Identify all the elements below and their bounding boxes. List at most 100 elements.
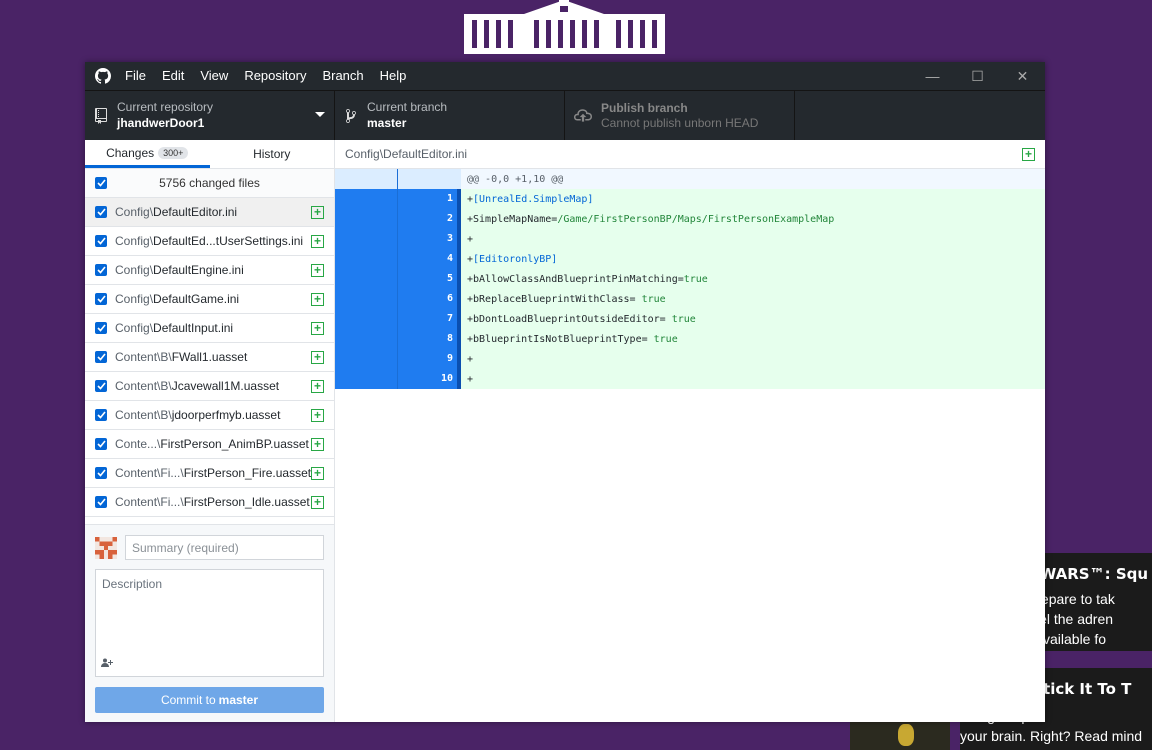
new-line-number: 9 xyxy=(398,349,461,369)
diff-line-text: +SimpleMapName=/Game/FirstPersonBP/Maps/… xyxy=(467,213,835,225)
file-list-item[interactable]: Config\DefaultEditor.ini + xyxy=(85,198,334,227)
diff-line[interactable]: 7 +bDontLoadBlueprintOutsideEditor= true xyxy=(335,309,1045,329)
file-list: Config\DefaultEditor.ini + Config\DefaultE… xyxy=(85,198,334,517)
toolbar: Current repository jhandwerDoor1 Current… xyxy=(85,90,1045,140)
commit-button-branch: master xyxy=(218,693,259,707)
diff-line-text: + xyxy=(467,233,474,245)
diff-line[interactable]: 5 +bAllowClassAndBlueprintPinMatching=tru… xyxy=(335,269,1045,289)
cloud-upload-icon xyxy=(574,108,592,124)
file-checkbox[interactable] xyxy=(95,351,107,363)
diff-line-text: +[UnrealEd.SimpleMap] xyxy=(467,193,594,205)
file-name: DefaultEditor.ini xyxy=(153,205,238,219)
file-dir: Config\ xyxy=(115,292,154,306)
news-line: y. Feel the adren xyxy=(1045,611,1114,627)
file-list-item[interactable]: Content\Fi...\FirstPerson_Fire.uasset + xyxy=(85,459,334,488)
news-card[interactable]: R WARS™: Squ nd prepare to tak y. Feel t… xyxy=(1045,553,1152,651)
file-path: Config\DefaultEd...tUserSettings.ini xyxy=(115,234,311,248)
file-checkbox[interactable] xyxy=(95,380,107,392)
file-checkbox[interactable] xyxy=(95,438,107,450)
file-added-icon: + xyxy=(311,350,324,364)
file-added-icon: + xyxy=(311,292,324,306)
diff-line[interactable]: 2 +SimpleMapName=/Game/FirstPersonBP/Maps… xyxy=(335,209,1045,229)
file-name: DefaultInput.ini xyxy=(153,321,234,335)
file-name: DefaultEngine.ini xyxy=(153,263,244,277)
file-list-item[interactable]: Config\DefaultGame.ini + xyxy=(85,285,334,314)
old-line-gutter xyxy=(335,369,398,389)
menu-branch[interactable]: Branch xyxy=(314,62,371,90)
file-checkbox[interactable] xyxy=(95,322,107,334)
tab-history[interactable]: History xyxy=(210,140,335,168)
menu-help[interactable]: Help xyxy=(372,62,415,90)
diff-line-text: +bBlueprintIsNotBlueprintType= true xyxy=(467,333,678,345)
file-list-item[interactable]: Content\B\FWall1.uasset + xyxy=(85,343,334,372)
file-checkbox[interactable] xyxy=(95,235,107,247)
file-list-item[interactable]: Config\DefaultInput.ini + xyxy=(85,314,334,343)
changes-count-badge: 300+ xyxy=(158,146,189,159)
news-line: your brain. Right? Read mind xyxy=(960,728,1143,744)
old-line-gutter xyxy=(335,289,398,309)
file-checkbox[interactable] xyxy=(95,496,107,508)
file-checkbox[interactable] xyxy=(95,206,107,218)
file-path: Config\DefaultEngine.ini xyxy=(115,263,311,277)
file-dir: Content\B\ xyxy=(115,350,172,364)
new-line-number: 1 xyxy=(398,189,461,209)
publish-branch-status: Cannot publish unborn HEAD xyxy=(601,116,759,130)
current-branch-button[interactable]: Current branch master xyxy=(335,91,565,140)
file-checkbox[interactable] xyxy=(95,293,107,305)
add-coauthor-icon[interactable] xyxy=(101,658,113,669)
current-repository-button[interactable]: Current repository jhandwerDoor1 xyxy=(85,91,335,140)
file-checkbox[interactable] xyxy=(95,409,107,421)
diff-line[interactable]: 9 + xyxy=(335,349,1045,369)
file-list-item[interactable]: Content\B\jdoorperfmyb.uasset + xyxy=(85,401,334,430)
commit-button[interactable]: Commit to master xyxy=(95,687,324,713)
summary-input[interactable] xyxy=(125,535,324,560)
diff-line-text: + xyxy=(467,373,474,385)
menu-file[interactable]: File xyxy=(117,62,154,90)
news-line: itle. Available fo xyxy=(1045,631,1107,647)
diff-hunk-header[interactable]: @@ -0,0 +1,10 @@ xyxy=(335,169,1045,189)
new-line-number: 4 xyxy=(398,249,461,269)
new-line-number: 8 xyxy=(398,329,461,349)
chevron-down-icon xyxy=(315,112,325,117)
file-list-item[interactable]: Config\DefaultEd...tUserSettings.ini + xyxy=(85,227,334,256)
file-list-item[interactable]: Content\Fi...\FirstPerson_Idle.uasset + xyxy=(85,488,334,517)
file-added-icon: + xyxy=(311,321,324,335)
file-path: Config\DefaultEditor.ini xyxy=(115,205,311,219)
menu-edit[interactable]: Edit xyxy=(154,62,192,90)
menu-view[interactable]: View xyxy=(192,62,236,90)
new-line-number: 3 xyxy=(398,229,461,249)
description-field[interactable]: Description xyxy=(95,569,324,677)
minimize-button[interactable]: — xyxy=(910,62,955,90)
file-checkbox[interactable] xyxy=(95,467,107,479)
tab-changes[interactable]: Changes 300+ xyxy=(85,140,210,168)
file-path: Content\Fi...\FirstPerson_Fire.uasset xyxy=(115,466,311,480)
diff-line[interactable]: 4 +[EditoronlyBP] xyxy=(335,249,1045,269)
file-added-icon: + xyxy=(311,263,324,277)
diff-pane: Config\DefaultEditor.ini + @@ -0,0 +1,10… xyxy=(335,140,1045,722)
diff-line[interactable]: 8 +bBlueprintIsNotBlueprintType= true xyxy=(335,329,1045,349)
file-list-item[interactable]: Content\B\Jcavewall1M.uasset + xyxy=(85,372,334,401)
maximize-button[interactable]: ☐ xyxy=(955,62,1000,90)
file-name: FirstPerson_Fire.uasset xyxy=(183,466,311,480)
menu-repository[interactable]: Repository xyxy=(236,62,314,90)
file-path: Content\Fi...\FirstPerson_Idle.uasset xyxy=(115,495,311,509)
diff-header: Config\DefaultEditor.ini + xyxy=(335,140,1045,169)
file-dir: Config\ xyxy=(115,205,154,219)
diff-line[interactable]: 1 +[UnrealEd.SimpleMap] xyxy=(335,189,1045,209)
diff-line[interactable]: 3 + xyxy=(335,229,1045,249)
close-button[interactable]: ✕ xyxy=(1000,62,1045,90)
publish-branch-button[interactable]: Publish branch Cannot publish unborn HEA… xyxy=(565,91,795,140)
file-list-item[interactable]: Conte...\FirstPerson_AnimBP.uasset + xyxy=(85,430,334,459)
diff-line[interactable]: 6 +bReplaceBlueprintWithClass= true xyxy=(335,289,1045,309)
diff-line[interactable]: 10 + xyxy=(335,369,1045,389)
current-repository-label: Current repository xyxy=(117,100,214,114)
file-list-item[interactable]: Config\DefaultEngine.ini + xyxy=(85,256,334,285)
branch-icon xyxy=(344,108,358,124)
tab-history-label: History xyxy=(253,147,291,161)
building-logo-icon xyxy=(464,0,665,54)
file-dir: Content\Fi...\ xyxy=(115,495,184,509)
file-checkbox[interactable] xyxy=(95,264,107,276)
select-all-checkbox[interactable] xyxy=(95,177,107,189)
file-dir: Config\ xyxy=(115,321,154,335)
github-desktop-window: File Edit View Repository Branch Help — … xyxy=(85,62,1045,722)
